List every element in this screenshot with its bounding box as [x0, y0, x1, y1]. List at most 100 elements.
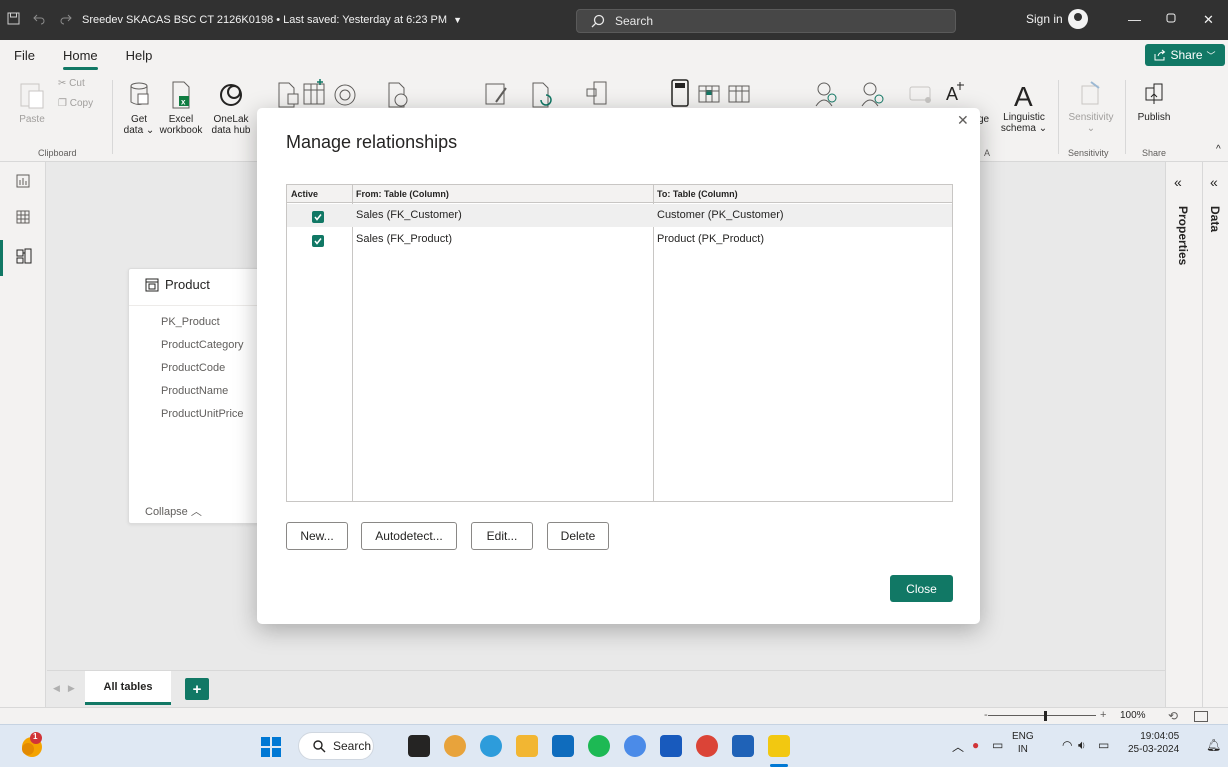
linguistic-schema-button[interactable]: A Linguistic schema ⌄: [998, 78, 1050, 134]
field-product-category[interactable]: ProductCategory: [161, 339, 244, 351]
word-icon[interactable]: [660, 735, 682, 757]
close-icon[interactable]: ✕: [957, 112, 969, 129]
copy-button[interactable]: ❐ Copy: [58, 98, 93, 109]
weather-widget-icon[interactable]: 1: [18, 730, 48, 760]
new-button[interactable]: New...: [286, 522, 348, 550]
clock[interactable]: 19:04:05 25-03-2024: [1128, 730, 1179, 756]
column-to[interactable]: To: Table (Column): [657, 189, 738, 199]
menu-home[interactable]: Home: [49, 48, 112, 70]
battery-icon[interactable]: ▭: [1098, 738, 1109, 752]
get-data-button[interactable]: Get data ⌄: [122, 80, 156, 136]
refresh-schedule-icon[interactable]: [386, 80, 410, 110]
menu-help[interactable]: Help: [112, 48, 167, 63]
language-icon[interactable]: A: [944, 78, 968, 104]
redo-icon[interactable]: [52, 12, 78, 28]
table-view-icon[interactable]: [16, 210, 30, 224]
paste-button[interactable]: Paste: [14, 80, 50, 125]
properties-pane-tab[interactable]: Properties: [1176, 206, 1190, 265]
expand-properties-icon[interactable]: «: [1174, 174, 1182, 190]
autodetect-button[interactable]: Autodetect...: [361, 522, 457, 550]
dataverse-icon[interactable]: [332, 82, 358, 108]
table-header: Active From: Table (Column) To: Table (C…: [287, 185, 952, 203]
close-button[interactable]: Close: [890, 575, 953, 602]
column-from[interactable]: From: Table (Column): [356, 189, 449, 199]
report-view-icon[interactable]: [16, 174, 30, 188]
recent-sources-icon[interactable]: [276, 80, 300, 110]
new-table-icon[interactable]: [697, 82, 721, 106]
onelake-data-hub-button[interactable]: OneLak data hub: [206, 80, 256, 136]
tab-all-tables[interactable]: All tables: [85, 671, 171, 705]
q-and-a-icon[interactable]: [908, 84, 934, 106]
task-view-icon[interactable]: [408, 735, 430, 757]
calculator-icon[interactable]: [668, 78, 692, 108]
expand-data-icon[interactable]: «: [1210, 174, 1218, 190]
menu-file[interactable]: File: [0, 48, 49, 63]
search-box[interactable]: Search: [576, 9, 956, 33]
sensitivity-button[interactable]: Sensitivity ⌄: [1064, 78, 1118, 134]
field-pk-product[interactable]: PK_Product: [161, 316, 220, 328]
tablet-icon[interactable]: ▭: [992, 738, 1003, 752]
delete-button[interactable]: Delete: [547, 522, 609, 550]
restore-icon[interactable]: [1165, 12, 1177, 27]
saved-status: Last saved: Yesterday at 6:23 PM: [283, 14, 448, 26]
store-icon[interactable]: [732, 735, 754, 757]
title-dropdown-icon[interactable]: ▼: [453, 15, 462, 25]
avatar-icon[interactable]: [1068, 9, 1088, 29]
cut-button[interactable]: ✂ Cut: [58, 78, 85, 89]
manage-roles-icon[interactable]: [860, 80, 886, 108]
manage-table-icon[interactable]: [727, 82, 751, 106]
power-bi-icon[interactable]: [768, 735, 790, 757]
file-title[interactable]: Sreedev SKACAS BSC CT 2126K0198 • Last s…: [82, 14, 447, 26]
page-nav-arrows[interactable]: ◀▶: [53, 683, 83, 694]
full-screen-icon[interactable]: [1194, 711, 1208, 722]
chrome-alt-icon[interactable]: [624, 735, 646, 757]
collapse-ribbon-icon[interactable]: ^: [1216, 144, 1221, 155]
language-indicator[interactable]: ENG IN: [1012, 730, 1034, 756]
language-button[interactable]: ge: [978, 80, 998, 125]
model-view-icon[interactable]: [16, 248, 32, 264]
zoom-slider-thumb[interactable]: [1044, 711, 1047, 721]
view-as-icon[interactable]: [814, 80, 840, 108]
active-checkbox[interactable]: [312, 235, 324, 247]
publish-button[interactable]: Publish: [1132, 78, 1176, 123]
notification-bell-icon[interactable]: 🔔︎: [1206, 738, 1221, 752]
transform-data-icon[interactable]: [484, 80, 510, 108]
spotify-icon[interactable]: [588, 735, 610, 757]
active-checkbox[interactable]: [312, 211, 324, 223]
excel-workbook-button[interactable]: x Excel workbook: [158, 80, 204, 136]
field-product-name[interactable]: ProductName: [161, 385, 228, 397]
wifi-icon[interactable]: ◠: [1062, 738, 1072, 752]
tray-overflow-icon[interactable]: ︿: [952, 738, 964, 755]
start-icon[interactable]: [260, 736, 282, 758]
undo-icon[interactable]: [26, 12, 52, 28]
volume-icon[interactable]: 🔉︎: [1078, 738, 1086, 753]
security-icon[interactable]: ●: [972, 738, 979, 752]
field-product-unit-price[interactable]: ProductUnitPrice: [161, 408, 244, 420]
column-active[interactable]: Active: [291, 189, 318, 199]
save-icon[interactable]: [0, 12, 26, 28]
collapse-link[interactable]: Collapse ︿: [145, 503, 202, 519]
taskbar-search[interactable]: Search: [298, 732, 374, 760]
chrome-profile-icon[interactable]: [480, 735, 502, 757]
right-panes: « « Properties Data: [1165, 162, 1228, 707]
refresh-icon[interactable]: [530, 80, 554, 110]
outlook-icon[interactable]: [552, 735, 574, 757]
enter-data-icon[interactable]: [302, 78, 328, 108]
chrome-other-icon[interactable]: [696, 735, 718, 757]
zoom-in-button[interactable]: +: [1100, 709, 1106, 721]
file-explorer-icon[interactable]: [516, 735, 538, 757]
close-window-icon[interactable]: ✕: [1203, 12, 1214, 28]
add-layout-button[interactable]: +: [185, 678, 209, 700]
share-button[interactable]: Share ﹀: [1145, 44, 1225, 66]
data-pane-tab[interactable]: Data: [1208, 206, 1222, 232]
sign-in-link[interactable]: Sign in: [1026, 12, 1063, 26]
chrome-icon[interactable]: [444, 735, 466, 757]
new-visual-icon[interactable]: [584, 80, 610, 108]
field-product-code[interactable]: ProductCode: [161, 362, 225, 374]
table-row[interactable]: Sales (FK_Product) Product (PK_Product): [287, 228, 952, 251]
table-row[interactable]: Sales (FK_Customer) Customer (PK_Custome…: [287, 204, 952, 227]
zoom-slider[interactable]: [988, 715, 1096, 716]
minimize-icon[interactable]: —: [1128, 12, 1141, 27]
edit-button[interactable]: Edit...: [471, 522, 533, 550]
fit-to-page-icon[interactable]: ⟲: [1168, 709, 1178, 723]
